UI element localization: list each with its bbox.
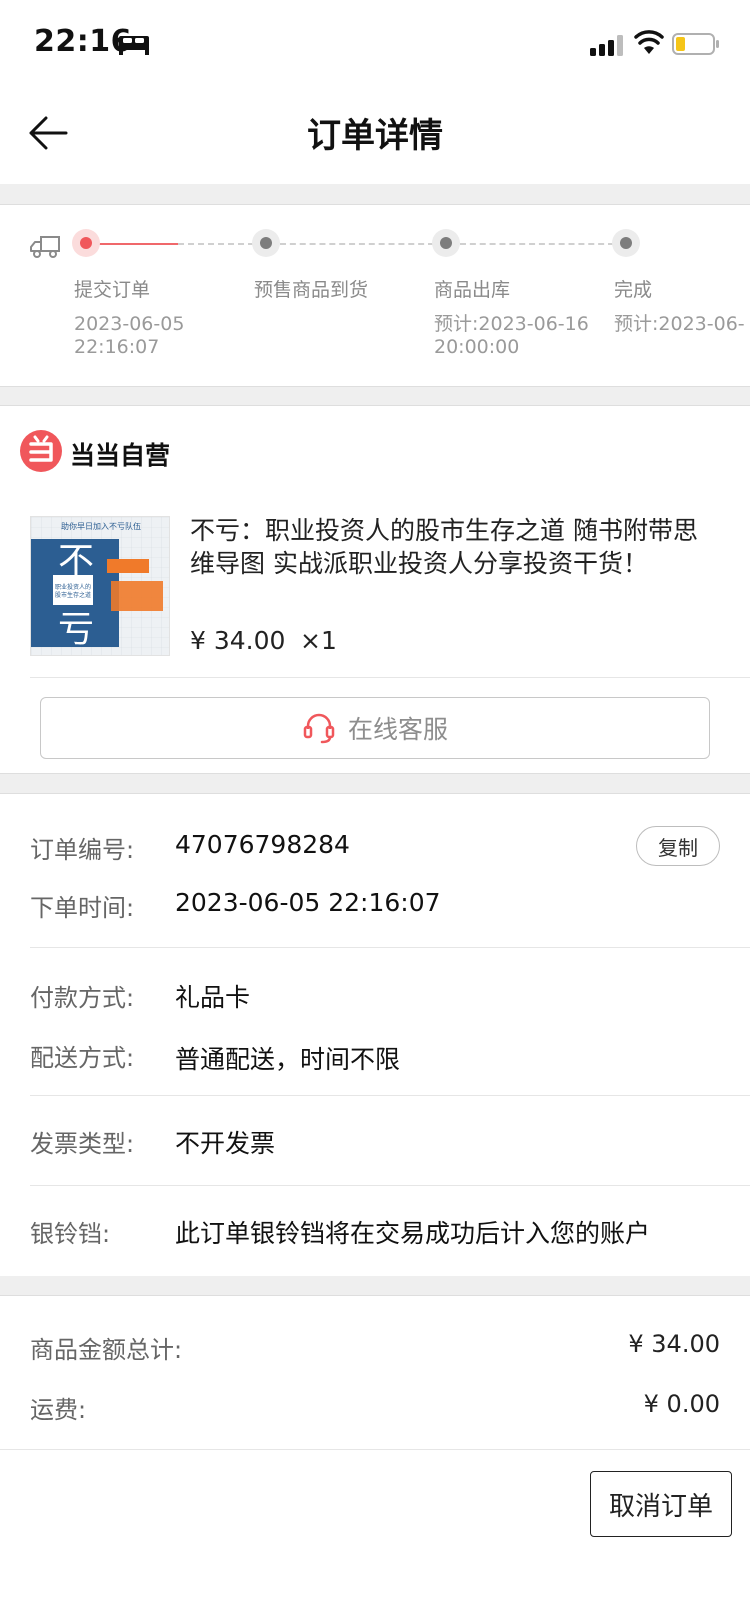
step-label: 商品出库	[434, 279, 511, 301]
order-number-value: 47076798284	[175, 830, 350, 859]
shop-name: 当当自营	[70, 441, 171, 470]
payment-method-label: 付款方式:	[30, 984, 135, 1012]
silver-bell-value: 此订单银铃铛将在交易成功后计入您的账户	[175, 1219, 651, 1248]
cover-top-text: 助你早日加入不亏队伍	[61, 521, 141, 531]
order-time-value: 2023-06-05 22:16:07	[175, 888, 441, 917]
order-progress: 提交订单 预售商品到货 商品出库 完成 2023-06-05 22:16:07 …	[0, 205, 750, 385]
divider	[30, 1095, 750, 1096]
delivery-method-label: 配送方式:	[30, 1044, 135, 1072]
product-section: 当当自营 不 亏 助你早日加入不亏队伍 职业投资人的 股市生存之道 不亏：职业投…	[0, 406, 750, 773]
step-date: 预计:2023-06-	[614, 313, 745, 335]
step-date: 预计:2023-06-16 20:00:00	[434, 313, 589, 358]
cover-big-char: 亏	[58, 609, 94, 650]
goods-total-label: 商品金额总计:	[30, 1336, 183, 1364]
cover-sub-text: 股市生存之道	[55, 591, 91, 599]
sleep-mode-icon	[119, 36, 149, 55]
section-gap	[0, 773, 750, 794]
divider	[0, 1449, 750, 1450]
step-label: 完成	[614, 279, 653, 301]
progress-line	[98, 243, 178, 245]
section-gap	[0, 184, 750, 205]
wifi-icon	[634, 30, 664, 54]
book-cover-art: 不 亏 助你早日加入不亏队伍 职业投资人的 股市生存之道	[31, 517, 169, 655]
progress-dot	[432, 229, 460, 257]
delivery-method-value: 普通配送，时间不限	[175, 1045, 401, 1074]
shipping-fee-label: 运费:	[30, 1396, 87, 1424]
progress-dot	[252, 229, 280, 257]
product-title[interactable]: 不亏：职业投资人的股市生存之道 随书附带思维导图 实战派职业投资人分享投资干货！	[190, 514, 720, 580]
payment-method-value: 礼品卡	[175, 983, 251, 1012]
online-service-label: 在线客服	[347, 715, 448, 744]
section-gap	[0, 386, 750, 406]
divider	[30, 947, 750, 948]
cover-sub-text: 职业投资人的	[55, 583, 91, 591]
invoice-type-label: 发票类型:	[30, 1130, 135, 1158]
divider	[30, 1185, 750, 1186]
battery-icon	[672, 33, 719, 55]
step-label: 预售商品到货	[254, 279, 369, 301]
section-gap	[0, 1276, 750, 1296]
order-number-label: 订单编号:	[30, 836, 135, 864]
silver-bell-label: 银铃铛:	[30, 1220, 111, 1248]
status-bar: 22:16	[0, 0, 750, 88]
progress-line	[460, 243, 614, 245]
product-quantity: ×1	[300, 626, 337, 655]
progress-line	[280, 243, 434, 245]
signal-icon	[590, 35, 623, 56]
bottom-action-bar: 取消订单	[0, 1451, 750, 1624]
online-service-button[interactable]: 在线客服	[40, 697, 710, 759]
order-time-label: 下单时间:	[30, 894, 135, 922]
goods-total-value: ¥ 34.00	[628, 1330, 720, 1358]
progress-dot-current	[72, 229, 100, 257]
step-date: 2023-06-05 22:16:07	[74, 313, 185, 358]
progress-line	[178, 243, 254, 245]
truck-icon	[30, 236, 60, 258]
product-image[interactable]: 不 亏 助你早日加入不亏队伍 职业投资人的 股市生存之道	[30, 516, 170, 656]
copy-button[interactable]: 复制	[636, 826, 720, 866]
order-totals: 商品金额总计: ¥ 34.00 运费: ¥ 0.00	[0, 1296, 750, 1450]
cancel-order-button[interactable]: 取消订单	[590, 1471, 732, 1537]
cover-big-char: 不	[58, 541, 94, 582]
dangdang-logo-icon	[20, 430, 62, 472]
product-price: ¥ 34.00	[190, 626, 286, 655]
divider	[30, 677, 750, 678]
shipping-fee-value: ¥ 0.00	[643, 1390, 720, 1418]
step-label: 提交订单	[74, 279, 151, 301]
page-title: 订单详情	[307, 116, 443, 156]
invoice-type-value: 不开发票	[175, 1129, 276, 1158]
order-info: 订单编号: 47076798284 复制 下单时间: 2023-06-05 22…	[0, 794, 750, 1276]
progress-dot	[612, 229, 640, 257]
headset-icon	[303, 713, 335, 744]
nav-bar: 订单详情	[0, 88, 750, 184]
